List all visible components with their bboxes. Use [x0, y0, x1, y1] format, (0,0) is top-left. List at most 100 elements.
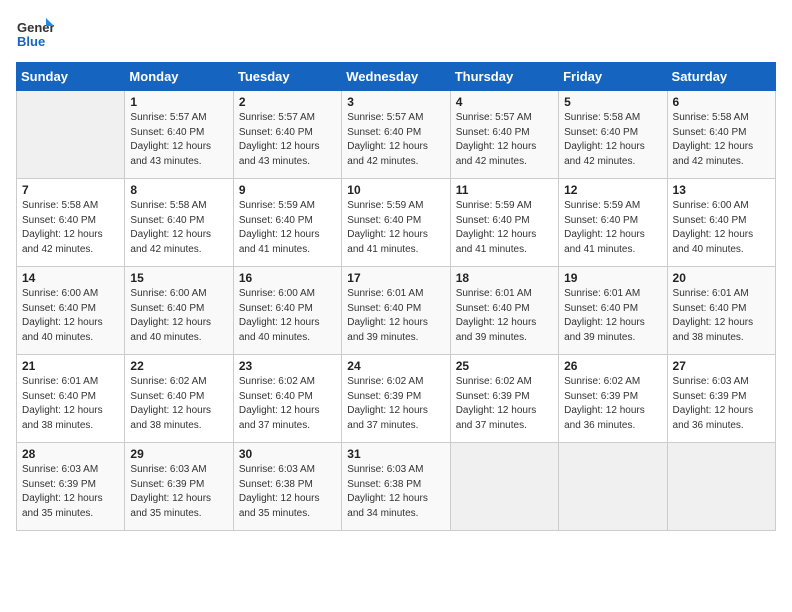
- calendar-body: 1 Sunrise: 5:57 AMSunset: 6:40 PMDayligh…: [17, 91, 776, 531]
- calendar-cell: [17, 91, 125, 179]
- calendar-cell: [450, 443, 558, 531]
- day-number: 5: [564, 95, 661, 109]
- cell-info: Sunrise: 6:02 AMSunset: 6:39 PMDaylight:…: [347, 375, 444, 433]
- day-number: 7: [22, 183, 119, 197]
- calendar-cell: 20 Sunrise: 6:01 AMSunset: 6:40 PMDaylig…: [667, 267, 775, 355]
- calendar-cell: 9 Sunrise: 5:59 AMSunset: 6:40 PMDayligh…: [233, 179, 341, 267]
- day-header-sunday: Sunday: [17, 63, 125, 91]
- day-number: 28: [22, 447, 119, 461]
- day-number: 25: [456, 359, 553, 373]
- calendar-cell: 17 Sunrise: 6:01 AMSunset: 6:40 PMDaylig…: [342, 267, 450, 355]
- calendar-cell: 28 Sunrise: 6:03 AMSunset: 6:39 PMDaylig…: [17, 443, 125, 531]
- cell-info: Sunrise: 5:58 AMSunset: 6:40 PMDaylight:…: [22, 199, 119, 257]
- cell-info: Sunrise: 6:00 AMSunset: 6:40 PMDaylight:…: [673, 199, 770, 257]
- calendar-cell: 15 Sunrise: 6:00 AMSunset: 6:40 PMDaylig…: [125, 267, 233, 355]
- calendar-cell: [667, 443, 775, 531]
- day-header-wednesday: Wednesday: [342, 63, 450, 91]
- day-number: 1: [130, 95, 227, 109]
- day-number: 10: [347, 183, 444, 197]
- day-number: 31: [347, 447, 444, 461]
- day-header-friday: Friday: [559, 63, 667, 91]
- day-number: 14: [22, 271, 119, 285]
- cell-info: Sunrise: 6:00 AMSunset: 6:40 PMDaylight:…: [130, 287, 227, 345]
- calendar-cell: 13 Sunrise: 6:00 AMSunset: 6:40 PMDaylig…: [667, 179, 775, 267]
- header: General Blue: [16, 16, 776, 54]
- calendar-week-1: 1 Sunrise: 5:57 AMSunset: 6:40 PMDayligh…: [17, 91, 776, 179]
- day-header-monday: Monday: [125, 63, 233, 91]
- calendar-cell: 19 Sunrise: 6:01 AMSunset: 6:40 PMDaylig…: [559, 267, 667, 355]
- cell-info: Sunrise: 5:57 AMSunset: 6:40 PMDaylight:…: [456, 111, 553, 169]
- logo-wrapper: General Blue: [16, 16, 54, 54]
- calendar-cell: 10 Sunrise: 5:59 AMSunset: 6:40 PMDaylig…: [342, 179, 450, 267]
- calendar-cell: 11 Sunrise: 5:59 AMSunset: 6:40 PMDaylig…: [450, 179, 558, 267]
- cell-info: Sunrise: 6:00 AMSunset: 6:40 PMDaylight:…: [22, 287, 119, 345]
- day-header-tuesday: Tuesday: [233, 63, 341, 91]
- calendar-cell: 26 Sunrise: 6:02 AMSunset: 6:39 PMDaylig…: [559, 355, 667, 443]
- cell-info: Sunrise: 6:02 AMSunset: 6:40 PMDaylight:…: [130, 375, 227, 433]
- cell-info: Sunrise: 5:58 AMSunset: 6:40 PMDaylight:…: [673, 111, 770, 169]
- day-number: 12: [564, 183, 661, 197]
- day-number: 13: [673, 183, 770, 197]
- day-number: 16: [239, 271, 336, 285]
- day-number: 3: [347, 95, 444, 109]
- cell-info: Sunrise: 6:01 AMSunset: 6:40 PMDaylight:…: [347, 287, 444, 345]
- day-number: 15: [130, 271, 227, 285]
- cell-info: Sunrise: 6:02 AMSunset: 6:39 PMDaylight:…: [564, 375, 661, 433]
- cell-info: Sunrise: 6:01 AMSunset: 6:40 PMDaylight:…: [673, 287, 770, 345]
- calendar-cell: 14 Sunrise: 6:00 AMSunset: 6:40 PMDaylig…: [17, 267, 125, 355]
- day-number: 11: [456, 183, 553, 197]
- calendar-cell: 30 Sunrise: 6:03 AMSunset: 6:38 PMDaylig…: [233, 443, 341, 531]
- cell-info: Sunrise: 5:59 AMSunset: 6:40 PMDaylight:…: [456, 199, 553, 257]
- cell-info: Sunrise: 5:59 AMSunset: 6:40 PMDaylight:…: [239, 199, 336, 257]
- cell-info: Sunrise: 5:57 AMSunset: 6:40 PMDaylight:…: [347, 111, 444, 169]
- calendar-cell: 2 Sunrise: 5:57 AMSunset: 6:40 PMDayligh…: [233, 91, 341, 179]
- cell-info: Sunrise: 6:02 AMSunset: 6:40 PMDaylight:…: [239, 375, 336, 433]
- day-header-thursday: Thursday: [450, 63, 558, 91]
- logo-svg: General Blue: [16, 16, 54, 54]
- cell-info: Sunrise: 5:57 AMSunset: 6:40 PMDaylight:…: [130, 111, 227, 169]
- day-number: 8: [130, 183, 227, 197]
- day-number: 4: [456, 95, 553, 109]
- day-number: 29: [130, 447, 227, 461]
- cell-info: Sunrise: 6:01 AMSunset: 6:40 PMDaylight:…: [564, 287, 661, 345]
- calendar-week-2: 7 Sunrise: 5:58 AMSunset: 6:40 PMDayligh…: [17, 179, 776, 267]
- calendar-cell: 23 Sunrise: 6:02 AMSunset: 6:40 PMDaylig…: [233, 355, 341, 443]
- calendar-cell: 12 Sunrise: 5:59 AMSunset: 6:40 PMDaylig…: [559, 179, 667, 267]
- day-number: 17: [347, 271, 444, 285]
- calendar-cell: 16 Sunrise: 6:00 AMSunset: 6:40 PMDaylig…: [233, 267, 341, 355]
- calendar-cell: [559, 443, 667, 531]
- calendar-header-row: SundayMondayTuesdayWednesdayThursdayFrid…: [17, 63, 776, 91]
- calendar-cell: 5 Sunrise: 5:58 AMSunset: 6:40 PMDayligh…: [559, 91, 667, 179]
- calendar-cell: 27 Sunrise: 6:03 AMSunset: 6:39 PMDaylig…: [667, 355, 775, 443]
- cell-info: Sunrise: 6:01 AMSunset: 6:40 PMDaylight:…: [456, 287, 553, 345]
- cell-info: Sunrise: 5:57 AMSunset: 6:40 PMDaylight:…: [239, 111, 336, 169]
- calendar-cell: 6 Sunrise: 5:58 AMSunset: 6:40 PMDayligh…: [667, 91, 775, 179]
- calendar-table: SundayMondayTuesdayWednesdayThursdayFrid…: [16, 62, 776, 531]
- cell-info: Sunrise: 5:58 AMSunset: 6:40 PMDaylight:…: [564, 111, 661, 169]
- day-number: 18: [456, 271, 553, 285]
- day-number: 23: [239, 359, 336, 373]
- calendar-cell: 29 Sunrise: 6:03 AMSunset: 6:39 PMDaylig…: [125, 443, 233, 531]
- day-header-saturday: Saturday: [667, 63, 775, 91]
- day-number: 27: [673, 359, 770, 373]
- day-number: 20: [673, 271, 770, 285]
- cell-info: Sunrise: 5:58 AMSunset: 6:40 PMDaylight:…: [130, 199, 227, 257]
- calendar-cell: 31 Sunrise: 6:03 AMSunset: 6:38 PMDaylig…: [342, 443, 450, 531]
- cell-info: Sunrise: 5:59 AMSunset: 6:40 PMDaylight:…: [347, 199, 444, 257]
- day-number: 21: [22, 359, 119, 373]
- day-number: 24: [347, 359, 444, 373]
- svg-text:Blue: Blue: [17, 34, 45, 49]
- calendar-cell: 1 Sunrise: 5:57 AMSunset: 6:40 PMDayligh…: [125, 91, 233, 179]
- day-number: 19: [564, 271, 661, 285]
- calendar-cell: 24 Sunrise: 6:02 AMSunset: 6:39 PMDaylig…: [342, 355, 450, 443]
- day-number: 22: [130, 359, 227, 373]
- cell-info: Sunrise: 5:59 AMSunset: 6:40 PMDaylight:…: [564, 199, 661, 257]
- cell-info: Sunrise: 6:03 AMSunset: 6:38 PMDaylight:…: [239, 463, 336, 521]
- calendar-cell: 7 Sunrise: 5:58 AMSunset: 6:40 PMDayligh…: [17, 179, 125, 267]
- day-number: 6: [673, 95, 770, 109]
- calendar-week-4: 21 Sunrise: 6:01 AMSunset: 6:40 PMDaylig…: [17, 355, 776, 443]
- calendar-cell: 25 Sunrise: 6:02 AMSunset: 6:39 PMDaylig…: [450, 355, 558, 443]
- calendar-cell: 8 Sunrise: 5:58 AMSunset: 6:40 PMDayligh…: [125, 179, 233, 267]
- day-number: 2: [239, 95, 336, 109]
- cell-info: Sunrise: 6:03 AMSunset: 6:38 PMDaylight:…: [347, 463, 444, 521]
